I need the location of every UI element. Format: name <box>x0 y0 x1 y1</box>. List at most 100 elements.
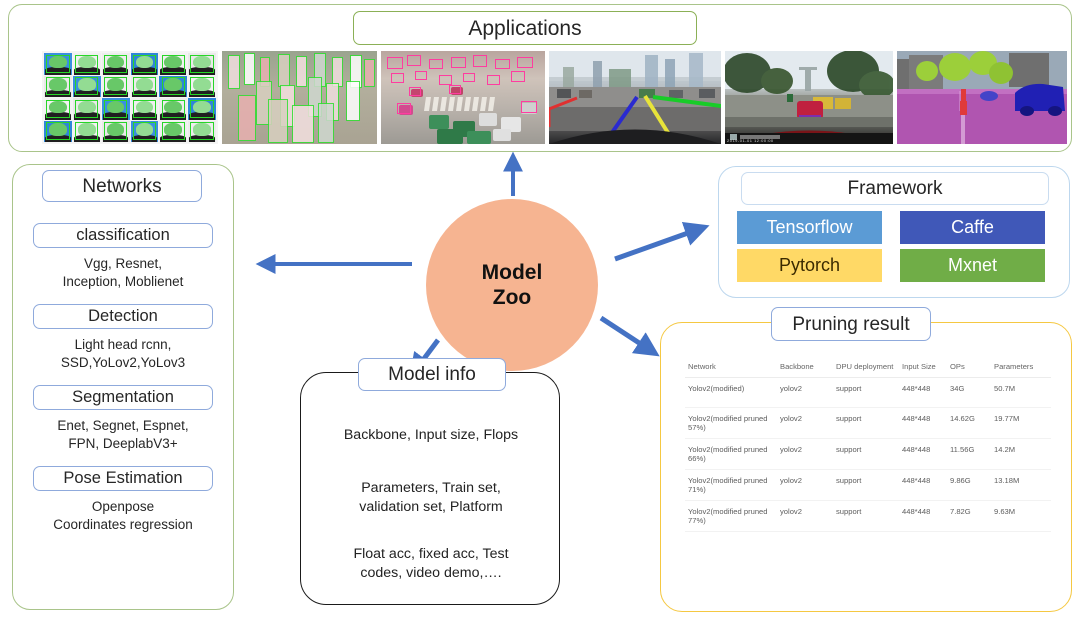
face-thumbnail <box>159 75 188 97</box>
table-cell-ops: 7.82G <box>947 500 991 532</box>
applications-panel: Applications 2019-01-01 12:00:00 <box>8 4 1072 152</box>
table-cell-input-size: 448*448 <box>899 438 947 470</box>
networks-section-head-segmentation: Segmentation <box>33 385 213 410</box>
column-header-input-size: Input Size <box>899 359 947 378</box>
detection-box <box>429 59 443 69</box>
table-cell-network: Yolov2(modified pruned 77%) <box>685 500 777 532</box>
table-cell-ops: 9.86G <box>947 469 991 501</box>
detection-box <box>397 103 411 114</box>
model-zoo-node[interactable]: Model Zoo <box>426 199 598 371</box>
framework-item-tensorflow[interactable]: Tensorflow <box>737 211 882 244</box>
face-thumbnail <box>44 75 72 97</box>
table-cell-network: Yolov2(modified pruned 57%) <box>685 407 777 439</box>
pedestrian-box <box>364 59 375 87</box>
framework-item-mxnet[interactable]: Mxnet <box>900 249 1045 282</box>
table-row: Yolov2(modified pruned 57%) yolov2 support… <box>685 407 1051 439</box>
pedestrian-box <box>346 81 360 121</box>
face-thumbnail <box>101 75 130 97</box>
table-cell-dpu: support <box>833 500 899 532</box>
face-thumbnail <box>72 53 101 75</box>
pedestrian-box <box>268 99 288 143</box>
detection-box <box>511 71 525 82</box>
table-cell-parameters: 19.77M <box>991 407 1051 439</box>
table-cell-backbone: yolov2 <box>777 500 833 532</box>
crosswalk-stripe <box>432 97 439 111</box>
column-header-parameters: Parameters <box>991 359 1051 378</box>
framework-item-pytorch[interactable]: Pytorch <box>737 249 882 282</box>
detection-box <box>495 59 510 69</box>
table-cell-dpu: support <box>833 469 899 501</box>
table-row: Yolov2(modified pruned 66%) yolov2 support… <box>685 438 1051 470</box>
detection-box <box>407 55 421 66</box>
model-info-line-1: Backbone, Input size, Flops <box>343 427 519 443</box>
face-thumbnail <box>188 75 216 97</box>
pedestrian-box <box>228 55 240 89</box>
arrow-to-pruning-result <box>599 315 660 357</box>
column-header-network: Network <box>685 359 777 378</box>
face-thumbnail <box>101 53 130 75</box>
column-header-ops: OPs <box>947 359 991 378</box>
detection-box <box>521 101 537 113</box>
face-thumbnail <box>72 120 101 142</box>
table-cell-backbone: yolov2 <box>777 377 833 408</box>
table-cell-input-size: 448*448 <box>899 469 947 501</box>
model-info-panel: Model info Backbone, Input size, Flops P… <box>300 358 560 605</box>
table-cell-input-size: 448*448 <box>899 500 947 532</box>
detection-box <box>387 57 403 69</box>
face-thumbnail <box>44 120 72 142</box>
pruning-result-panel: Pruning result Network Backbone DPU depl… <box>660 307 1072 612</box>
detection-box <box>415 71 427 80</box>
networks-section-head-detection: Detection <box>33 304 213 329</box>
detection-box <box>517 57 533 68</box>
table-cell-ops: 11.56G <box>947 438 991 470</box>
crosswalk-stripe <box>480 97 487 111</box>
model-zoo-label-line1: Model <box>481 260 543 284</box>
face-recognition-grid-image <box>42 51 218 144</box>
pedestrian-box <box>238 95 256 141</box>
lane-detection-image <box>549 51 721 144</box>
diagram-root: Applications 2019-01-01 12:00:00 Network… <box>0 0 1080 625</box>
dashcam-timestamp-caption: 2019-01-01 12:00:00 <box>727 138 774 143</box>
crosswalk-stripe <box>488 97 495 111</box>
detection-box <box>473 55 487 67</box>
crosswalk-stripe <box>456 97 463 111</box>
networks-section-body-classification: Vgg, Resnet, Inception, Moblienet <box>62 256 184 290</box>
networks-section-head-pose-estimation: Pose Estimation <box>33 466 213 491</box>
pedestrian-box <box>296 56 307 87</box>
pedestrian-box <box>244 53 255 85</box>
table-cell-network: Yolov2(modified pruned 66%) <box>685 438 777 470</box>
detection-box <box>487 75 500 85</box>
pedestrian-box <box>278 54 290 87</box>
pruning-result-table: Network Backbone DPU deployment Input Si… <box>685 359 1051 532</box>
traffic-intersection-detection-image <box>381 51 545 144</box>
framework-item-caffe[interactable]: Caffe <box>900 211 1045 244</box>
table-cell-ops: 34G <box>947 377 991 408</box>
table-cell-network: Yolov2(modified pruned 71%) <box>685 469 777 501</box>
networks-section-body-pose-estimation: Openpose Coordinates regression <box>53 499 193 533</box>
table-cell-backbone: yolov2 <box>777 438 833 470</box>
crosswalk-stripe <box>464 97 471 111</box>
face-thumbnail <box>72 98 101 120</box>
networks-section-head-classification: classification <box>33 223 213 248</box>
face-thumbnail <box>188 53 216 75</box>
vehicle-box <box>437 129 463 144</box>
applications-image-strip: 2019-01-01 12:00:00 <box>42 51 1067 144</box>
table-cell-ops: 14.62G <box>947 407 991 439</box>
table-row: Yolov2(modified pruned 71%) yolov2 support… <box>685 469 1051 501</box>
model-info-title: Model info <box>358 358 506 391</box>
networks-panel: Networks classification Vgg, Resnet, Inc… <box>12 164 234 610</box>
face-thumbnail <box>188 120 216 142</box>
vehicle-box <box>493 129 511 141</box>
vehicle-box <box>479 113 497 126</box>
face-thumbnail <box>130 98 159 120</box>
detection-box <box>439 75 452 85</box>
table-cell-dpu: support <box>833 438 899 470</box>
table-cell-backbone: yolov2 <box>777 469 833 501</box>
detection-box <box>409 87 421 96</box>
table-cell-dpu: support <box>833 377 899 408</box>
framework-panel: Framework Tensorflow Caffe Pytorch Mxnet <box>718 166 1070 298</box>
pedestrian-box <box>292 105 314 143</box>
semantic-segmentation-image <box>897 51 1067 144</box>
detection-box <box>451 57 466 68</box>
table-cell-parameters: 14.2M <box>991 438 1051 470</box>
